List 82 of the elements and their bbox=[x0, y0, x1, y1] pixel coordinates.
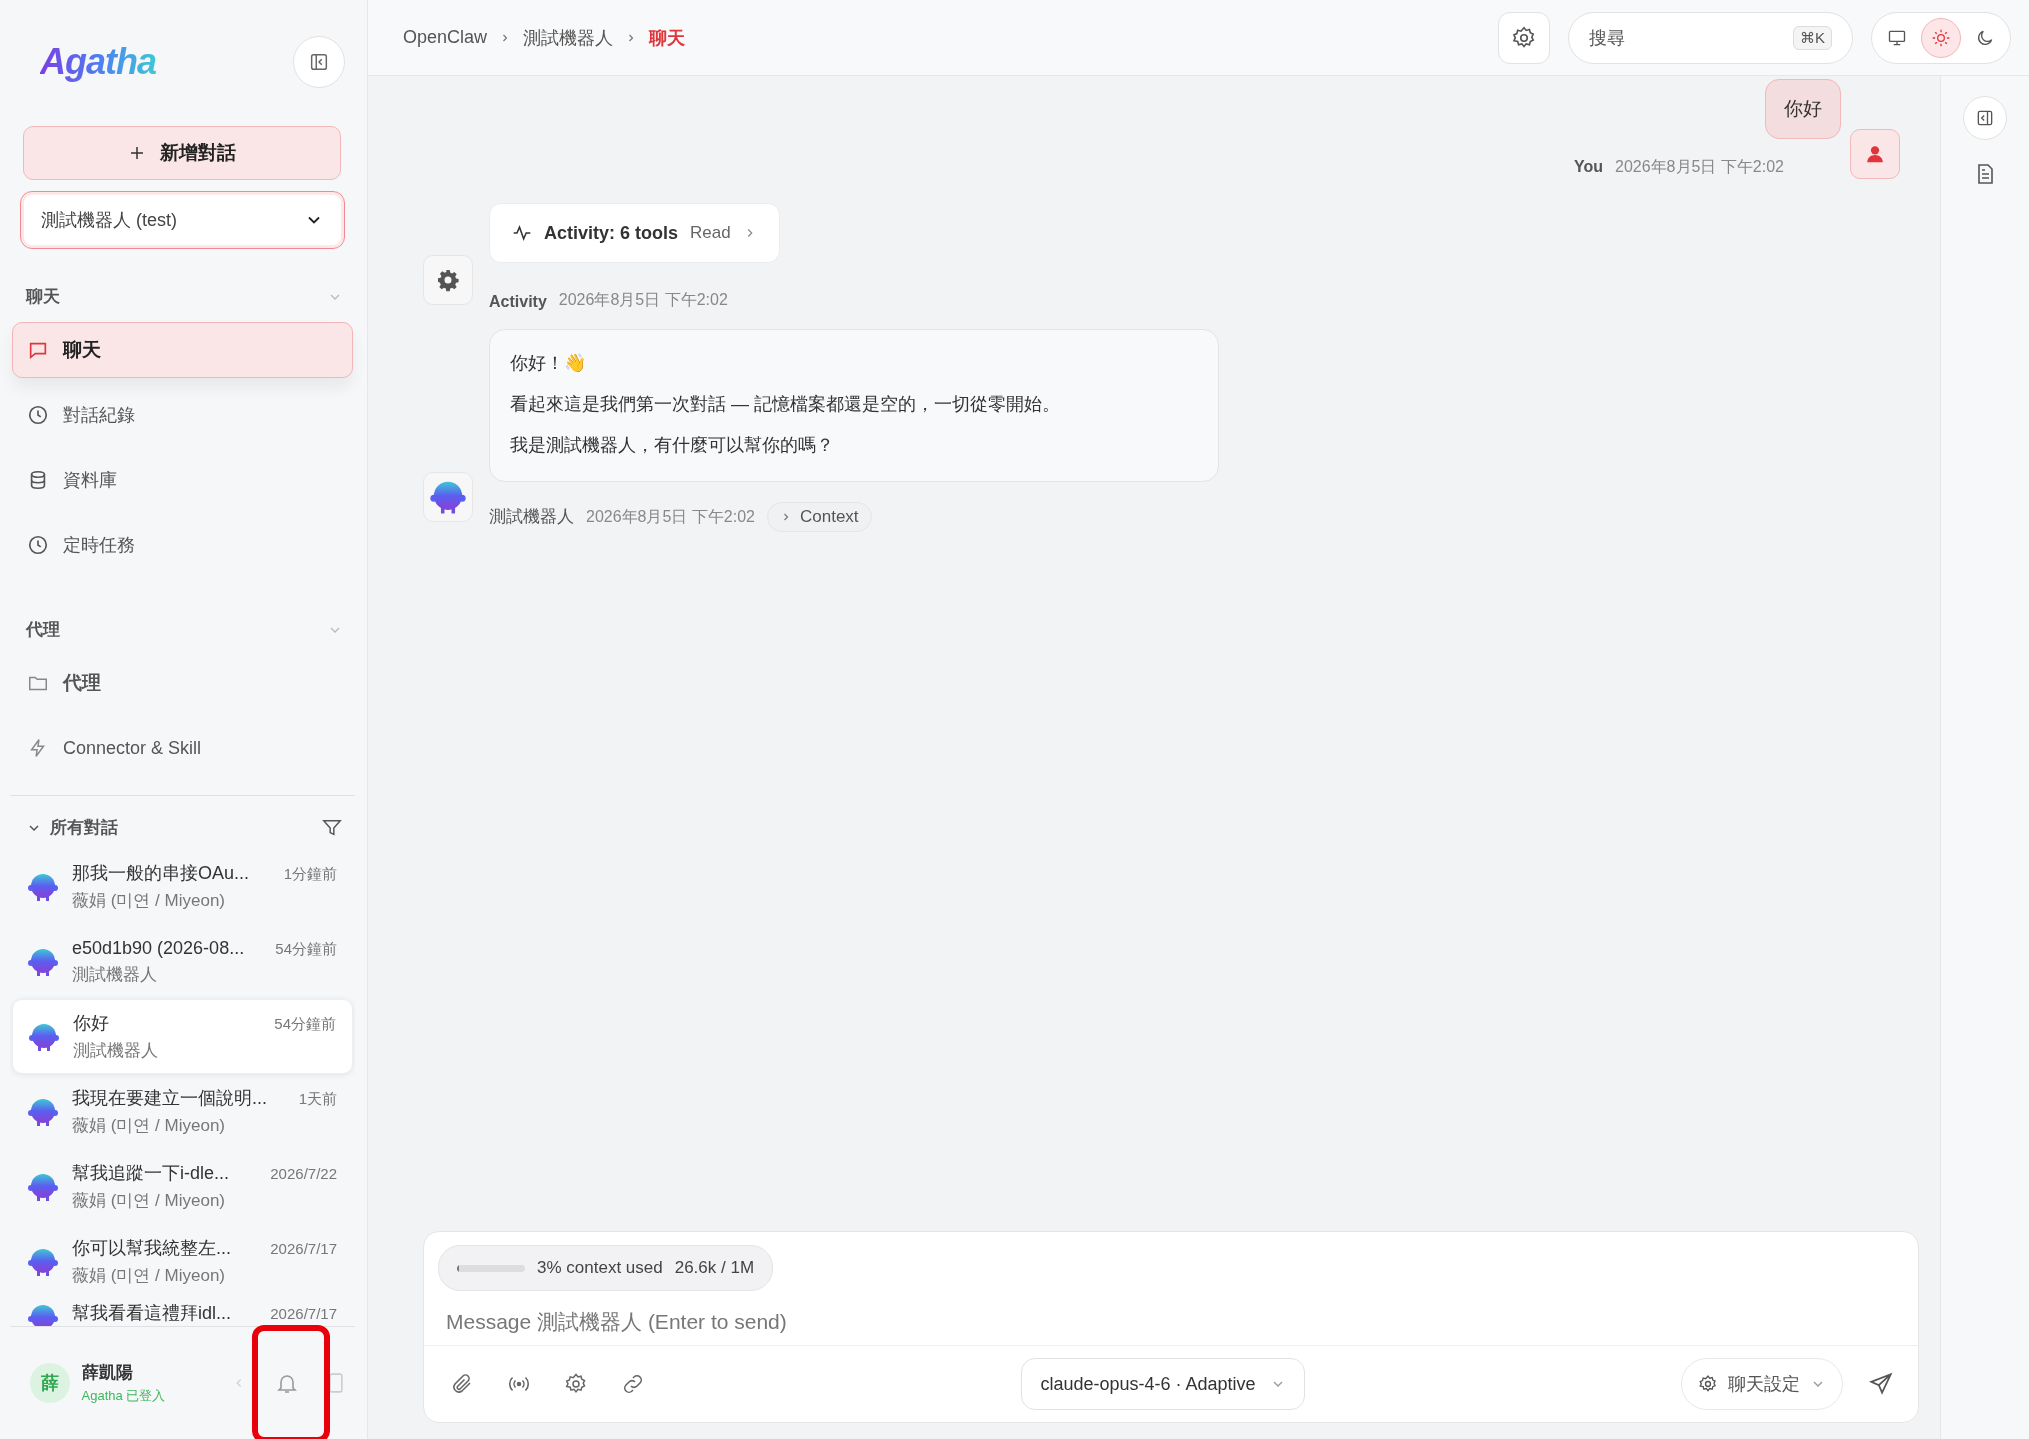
nav-item[interactable]: 資料庫 bbox=[12, 452, 353, 508]
conversation-time: 1分鐘前 bbox=[283, 865, 337, 884]
panel-toggle-button[interactable] bbox=[1963, 96, 2007, 140]
conversation-time: 54分鐘前 bbox=[274, 1015, 336, 1034]
message-author: You bbox=[1574, 158, 1603, 176]
activity-icon bbox=[512, 223, 532, 243]
context-toggle[interactable]: Context bbox=[767, 502, 872, 532]
conversation-item[interactable]: 我現在要建立一個說明... 1天前 薇娟 (미연 / Miyeon) bbox=[12, 1074, 353, 1149]
nav-item[interactable]: 定時任務 bbox=[12, 517, 353, 573]
user-avatar-icon bbox=[1850, 129, 1900, 179]
conversation-agent: 測試機器人 bbox=[73, 1040, 159, 1062]
breadcrumb-link[interactable]: OpenClaw bbox=[403, 27, 488, 48]
conversation-time: 2026/7/22 bbox=[270, 1165, 337, 1182]
conversation-title: 你可以幫我統整左... bbox=[72, 1237, 231, 1260]
nav-item[interactable]: 對話紀錄 bbox=[12, 387, 353, 443]
light-mode-button[interactable] bbox=[1921, 17, 1961, 58]
breadcrumb-link[interactable]: 測試機器人 bbox=[523, 25, 614, 50]
conversation-agent: 測試機器人 bbox=[72, 963, 158, 986]
sun-icon bbox=[1931, 27, 1951, 48]
activity-card[interactable]: Activity: 6 tools Read bbox=[489, 203, 780, 263]
nav-item[interactable]: 代理 bbox=[12, 655, 353, 711]
shortcut-key: ⌘K bbox=[1793, 25, 1832, 50]
breadcrumb-link[interactable]: 聊天 bbox=[649, 25, 686, 50]
nav-item[interactable]: 聊天 bbox=[12, 322, 353, 378]
message-author: Activity bbox=[489, 293, 547, 311]
bot-avatar-icon bbox=[423, 472, 473, 522]
new-chat-button[interactable]: 新增對話 bbox=[23, 126, 341, 180]
conversation-item[interactable]: 你可以幫我統整左... 2026/7/17 薇娟 (미연 / Miyeon) bbox=[12, 1224, 353, 1299]
clock-icon bbox=[27, 404, 49, 426]
token-count: 26.6k / 1M bbox=[674, 1258, 755, 1278]
conversation-time: 1天前 bbox=[298, 1090, 337, 1109]
panel-toggle-icon bbox=[1975, 108, 1995, 128]
conversation-item[interactable]: 幫我看看這禮拜idl... 2026/7/17 bbox=[12, 1299, 353, 1326]
paperclip-icon[interactable] bbox=[450, 1372, 474, 1396]
search-field[interactable]: 搜尋 ⌘K bbox=[1568, 11, 1853, 64]
message-text: 我是測試機器人，有什麼可以幫你的嗎？ bbox=[510, 434, 835, 457]
section-heading: 代理 bbox=[26, 619, 60, 641]
conversation-item[interactable]: 幫我追蹤一下i-dle... 2026/7/22 薇娟 (미연 / Miyeon) bbox=[12, 1149, 353, 1224]
gear-avatar-icon bbox=[423, 255, 473, 305]
agent-dropdown[interactable]: 測試機器人 (test) bbox=[20, 191, 345, 249]
conversation-title: 我現在要建立一個說明... bbox=[72, 1087, 267, 1110]
conversation-item[interactable]: 那我一般的串接OAu... 1分鐘前 薇娟 (미연 / Miyeon) bbox=[12, 849, 353, 924]
message-time: 2026年8月5日 下午2:02 bbox=[586, 507, 755, 527]
message-time: 2026年8月5日 下午2:02 bbox=[558, 290, 728, 310]
message-author: 測試機器人 bbox=[489, 506, 574, 528]
conversation-time: 2026/7/17 bbox=[270, 1240, 337, 1257]
conversation-title: 那我一般的串接OAu... bbox=[72, 862, 250, 885]
panel-icon[interactable] bbox=[329, 1372, 343, 1394]
nav-item[interactable]: Connector & Skill bbox=[12, 720, 353, 776]
login-status: Agatha 已登入 bbox=[81, 1387, 167, 1405]
conversation-agent: 薇娟 (미연 / Miyeon) bbox=[72, 890, 227, 912]
conversation-agent: 薇娟 (미연 / Miyeon) bbox=[72, 1115, 227, 1137]
user-name: 薛凱陽 bbox=[81, 1362, 134, 1384]
conversation-title: 幫我追蹤一下i-dle... bbox=[72, 1162, 230, 1185]
conversation-title: 你好 bbox=[73, 1012, 109, 1035]
message-text: 看起來這是我們第一次對話 — 記憶檔案都還是空的，一切從零開始。 bbox=[510, 393, 1061, 416]
conversation-time: 2026/7/17 bbox=[270, 1305, 337, 1322]
send-icon[interactable] bbox=[1868, 1371, 1894, 1397]
clock-icon bbox=[27, 534, 49, 556]
context-usage-text: 3% context used bbox=[537, 1258, 663, 1278]
model-dropdown[interactable]: claude-opus-4-6 · Adaptive bbox=[1021, 1358, 1305, 1410]
section-heading: 聊天 bbox=[26, 286, 60, 308]
message-text: 你好！👋 bbox=[510, 352, 587, 375]
conversation-title: 幫我看看這禮拜idl... bbox=[72, 1302, 231, 1325]
context-meter bbox=[457, 1264, 525, 1272]
gear-icon bbox=[1698, 1374, 1718, 1394]
conversation-title: e50d1b90 (2026-08... bbox=[72, 937, 245, 959]
sidebar-toggle-icon bbox=[308, 51, 330, 73]
link-icon[interactable] bbox=[621, 1372, 645, 1396]
message-time: 2026年8月5日 下午2:02 bbox=[1615, 157, 1784, 177]
chat-settings-dropdown[interactable]: 聊天設定 bbox=[1681, 1358, 1843, 1410]
settings-button[interactable] bbox=[1498, 11, 1550, 64]
section-heading: 所有對話 bbox=[50, 817, 118, 839]
plus-icon bbox=[128, 144, 146, 162]
message-input[interactable]: Message 測試機器人 (Enter to send) bbox=[444, 1309, 1898, 1335]
message-bubble: 你好 bbox=[1765, 79, 1841, 139]
conversation-agent: 薇娟 (미연 / Miyeon) bbox=[72, 1265, 227, 1287]
conversation-item[interactable]: 你好 54分鐘前 測試機器人 bbox=[12, 999, 353, 1074]
conversation-agent: 薇娟 (미연 / Miyeon) bbox=[72, 1190, 227, 1212]
conversation-time: 54分鐘前 bbox=[275, 939, 337, 959]
conversation-item[interactable]: e50d1b90 (2026-08... 54分鐘前 測試機器人 bbox=[12, 924, 353, 999]
collapse-sidebar-button[interactable] bbox=[293, 36, 345, 88]
